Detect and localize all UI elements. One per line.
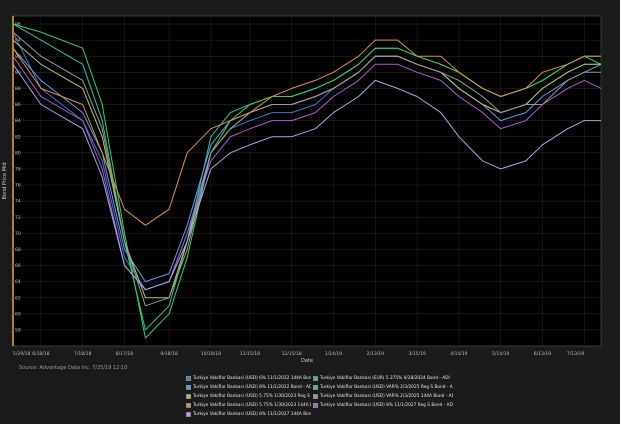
legend-item: Turkiye Vakiflar Bankasi (USD) 8% 11/1/2… xyxy=(186,384,311,391)
x-tick-label: 3/15/19 xyxy=(408,351,425,357)
y-tick-label: 78 xyxy=(15,167,21,173)
legend-label: Turkiye Vakiflar Bankasi (USD) VAR% 2/3/… xyxy=(320,394,453,400)
y-tick-label: 58 xyxy=(15,328,21,334)
y-tick-label: 80 xyxy=(15,150,21,156)
y-tick-label: 86 xyxy=(15,102,21,108)
legend-label: Turkiye Vakiflar Bankasi (USD) 5.75% 1/3… xyxy=(193,394,311,400)
legend-label: Turkiye Vakiflar Bankasi (USD) 6% 11/1/2… xyxy=(193,376,311,381)
legend-swatch xyxy=(313,403,318,409)
x-tick-label: 6/18/18 xyxy=(32,351,49,357)
x-tick-label: 7/18/18 xyxy=(74,351,91,357)
legend-swatch xyxy=(186,394,191,400)
chart: 58 60 62 64 66 68 70 72 74 76 78 80 82 84 86 88 90 92 94 96… xyxy=(0,0,620,420)
legend-swatch xyxy=(313,376,318,381)
legend-label: Turkiye Vakiflar Bankasi (USD) 8% 11/1/2… xyxy=(193,412,311,418)
legend: Turkiye Vakiflar Bankasi (USD) 6% 11/1/2… xyxy=(186,375,486,419)
legend-item: Turkiye Vakiflar Bankasi (USD) VAR% 2/3/… xyxy=(313,393,453,400)
y-tick-label: 74 xyxy=(15,199,21,205)
legend-label: Turkiye Vakiflar Bankasi (USD) 5.75% 1/3… xyxy=(193,403,311,409)
y-axis-label: Bond Price Mid xyxy=(2,162,8,199)
y-tick-label: 84 xyxy=(15,118,21,124)
x-tick-label: 4/14/19 xyxy=(450,351,467,357)
x-tick-label: 7/13/19 xyxy=(567,351,584,357)
legend-swatch xyxy=(186,403,191,409)
y-tick-label: 88 xyxy=(15,86,21,92)
chart-svg: 5860626466687072747678808284868890929496… xyxy=(2,15,602,364)
x-tick-label: 1/14/19 xyxy=(325,351,342,357)
x-tick-labels: 5/29/18 6/18/18 7/18/18 8/17/18 9/18/18 10/18… xyxy=(13,351,584,357)
plot-area xyxy=(12,15,602,347)
x-tick-label: 5/14/19 xyxy=(492,351,509,357)
legend-label: Turkiye Vakiflar Bankasi (USD) 8% 11/1/2… xyxy=(320,403,453,409)
y-tick-label: 60 xyxy=(15,311,21,317)
legend-label: Turkiye Vakiflar Bankasi (USD) 8% 11/1/2… xyxy=(193,385,311,391)
legend-swatch xyxy=(186,376,191,381)
x-tick-label: 10/18/18 xyxy=(201,351,221,357)
y-tick-label: 70 xyxy=(15,231,21,237)
y-tick-label: 68 xyxy=(15,247,21,253)
legend-label: Turkiye Vakiflar Bankasi (EUR) 5.375% 4/… xyxy=(320,376,450,381)
legend-swatch xyxy=(313,385,318,391)
legend-item: Turkiye Vakiflar Bankasi (EUR) 5.375% 4/… xyxy=(313,375,453,382)
x-tick-label: 8/17/18 xyxy=(116,351,133,357)
x-tick-label: 2/13/19 xyxy=(367,351,384,357)
legend-label: Turkiye Vakiflar Bankasi (USD) VAR% 2/3/… xyxy=(320,385,453,391)
y-tick-label: 66 xyxy=(15,263,21,269)
legend-item: Turkiye Vakiflar Bankasi (USD) 8% 11/1/2… xyxy=(186,411,311,418)
x-tick-label: 11/15/18 xyxy=(240,351,260,357)
legend-swatch xyxy=(186,385,191,391)
y-tick-label: 72 xyxy=(15,215,21,221)
legend-swatch xyxy=(313,394,318,400)
legend-swatch xyxy=(186,412,191,418)
legend-item: Turkiye Vakiflar Bankasi (USD) VAR% 2/3/… xyxy=(313,384,453,391)
x-tick-label: 12/15/18 xyxy=(282,351,302,357)
x-tick-label: 5/29/18 xyxy=(13,351,30,357)
legend-item: Turkiye Vakiflar Bankasi (USD) 8% 11/1/2… xyxy=(313,402,453,409)
legend-item: Turkiye Vakiflar Bankasi (USD) 5.75% 1/3… xyxy=(186,402,311,409)
x-axis-label: Date xyxy=(301,358,313,364)
y-tick-label: 62 xyxy=(15,295,21,301)
source-note: Source: Advantage Data Inc. 7/25/19 12:1… xyxy=(19,365,128,371)
x-tick-label: 6/13/19 xyxy=(534,351,551,357)
y-tick-label: 82 xyxy=(15,134,21,140)
y-tick-label: 76 xyxy=(15,183,21,189)
x-tick-label: 9/18/18 xyxy=(160,351,177,357)
y-tick-label: 64 xyxy=(15,279,21,285)
legend-item: Turkiye Vakiflar Bankasi (USD) 5.75% 1/3… xyxy=(186,393,311,400)
legend-item: Turkiye Vakiflar Bankasi (USD) 6% 11/1/2… xyxy=(186,375,311,382)
